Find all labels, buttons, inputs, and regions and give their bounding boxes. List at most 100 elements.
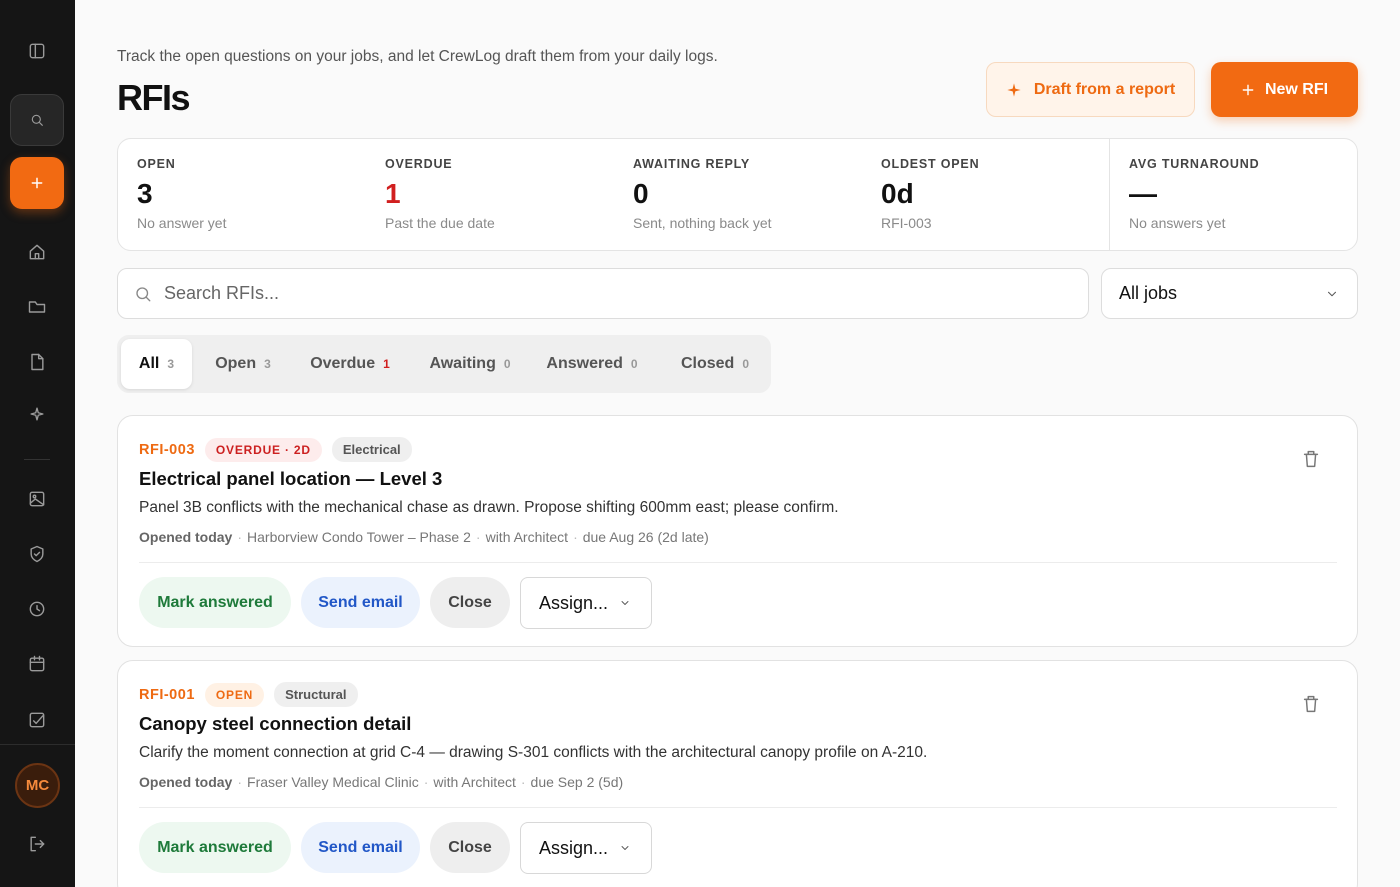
home-icon[interactable] [10, 226, 64, 278]
assign-select[interactable]: Assign... [520, 577, 652, 629]
page-subtitle: Track the open questions on your jobs, a… [117, 48, 718, 65]
logout-icon[interactable] [10, 818, 64, 870]
meta-separator: · [520, 774, 526, 790]
assign-label: Assign... [539, 837, 609, 858]
rfi-title[interactable]: Canopy steel connection detail [139, 713, 411, 735]
rfi-card[interactable]: RFI-003 OVERDUE · 2D Electrical Electric… [117, 415, 1358, 647]
sparkle-icon[interactable] [10, 388, 64, 440]
rfi-actions: Mark answered Send email Close Assign... [139, 822, 652, 874]
stat-oldest-open: OLDEST OPEN 0d RFI-003 [862, 139, 1109, 250]
send-email-button[interactable]: Send email [301, 822, 420, 873]
tab-label: Overdue [310, 355, 376, 372]
jobs-filter-select[interactable]: All jobs [1101, 268, 1358, 319]
tab-count: 0 [742, 357, 750, 371]
stat-awaiting-reply: AWAITING REPLY 0 Sent, nothing back yet [614, 139, 862, 250]
tab-count: 3 [264, 357, 271, 371]
tab-count: 3 [167, 357, 175, 371]
folder-icon[interactable] [10, 281, 64, 333]
mark-answered-button[interactable]: Mark answered [139, 577, 291, 628]
avatar[interactable]: MC [15, 763, 60, 808]
status-badge: OPEN [204, 682, 265, 707]
sparkle-icon [1007, 82, 1021, 97]
image-icon[interactable] [10, 473, 64, 525]
chevron-down-icon [621, 846, 629, 850]
category-badge: Structural [274, 682, 358, 707]
stat-label: AWAITING REPLY [633, 157, 751, 171]
rfi-meta: Opened today · Harborview Condo Tower – Ph… [139, 529, 709, 545]
close-rfi-button[interactable]: Close [430, 577, 510, 628]
mark-answered-button[interactable]: Mark answered [139, 822, 291, 873]
tab-count: 0 [630, 357, 638, 371]
delete-rfi-button[interactable] [1300, 693, 1324, 717]
rfi-job: Harborview Condo Tower – Phase 2 [247, 529, 471, 545]
tab-all[interactable]: All 3 [121, 339, 192, 389]
stat-label: OVERDUE [385, 157, 453, 171]
rfi-due: due Aug 26 (2d late) [582, 529, 709, 545]
rfi-id[interactable]: RFI-001 [139, 687, 195, 703]
tab-count: 0 [503, 357, 511, 371]
tab-count: 1 [383, 357, 390, 371]
stat-value: — [1129, 178, 1157, 209]
meta-separator: · [237, 529, 243, 545]
clock-icon[interactable] [10, 583, 64, 635]
new-rfi-button[interactable]: New RFI [1211, 62, 1358, 117]
document-icon[interactable] [10, 336, 64, 388]
chevron-down-icon [621, 601, 629, 605]
tab-label: Closed [680, 355, 735, 372]
meta-separator: · [573, 529, 578, 545]
meta-separator: · [475, 529, 481, 545]
delete-rfi-button[interactable] [1300, 448, 1324, 472]
rfi-tags: RFI-003 OVERDUE · 2D Electrical [139, 437, 412, 462]
stat-label: OLDEST OPEN [881, 157, 980, 171]
assign-select[interactable]: Assign... [520, 822, 652, 874]
sidebar-divider [24, 459, 50, 460]
stat-value: 3 [137, 178, 153, 209]
tab-open[interactable]: Open 3 [197, 339, 289, 389]
rfi-opened: Opened today [139, 774, 233, 790]
shield-icon[interactable] [10, 528, 64, 580]
rfi-job: Fraser Valley Medical Clinic [247, 774, 419, 790]
stat-label: OPEN [137, 157, 176, 171]
rfi-description: Clarify the moment connection at grid C-… [139, 744, 928, 761]
stat-open: OPEN 3 No answer yet [118, 139, 366, 250]
search-icon [136, 286, 151, 301]
tab-overdue[interactable]: Overdue 1 [295, 339, 405, 389]
sidebar-toggle-icon[interactable] [10, 25, 64, 77]
meta-separator: · [423, 774, 429, 790]
draft-from-report-button[interactable]: Draft from a report [986, 62, 1195, 117]
tab-label: Open [215, 355, 257, 372]
assign-label: Assign... [539, 592, 609, 613]
search-input[interactable] [164, 283, 1064, 304]
stat-note: Sent, nothing back yet [633, 215, 772, 231]
close-rfi-button[interactable]: Close [430, 822, 510, 873]
send-email-button[interactable]: Send email [301, 577, 420, 628]
status-tabs: All 3 Open 3 Overdue 1 Awaiting 0 Answer… [117, 335, 771, 393]
stat-note: No answers yet [1129, 215, 1226, 231]
rfi-title[interactable]: Electrical panel location — Level 3 [139, 468, 442, 490]
trash-icon [1303, 450, 1319, 468]
search-box [117, 268, 1089, 319]
rfi-card[interactable]: RFI-001 OPEN Structural Canopy steel con… [117, 660, 1358, 887]
stat-note: RFI-003 [881, 215, 932, 231]
status-badge: OVERDUE · 2D [204, 437, 322, 462]
new-button-label: New RFI [1264, 80, 1329, 98]
stat-note: No answer yet [137, 215, 227, 231]
tab-label: Answered [546, 355, 623, 372]
meta-separator: · [237, 774, 243, 790]
stat-label: AVG TURNAROUND [1129, 157, 1260, 171]
rfi-with: with Architect [433, 774, 516, 790]
rfi-tags: RFI-001 OPEN Structural [139, 682, 358, 707]
rfi-id[interactable]: RFI-003 [139, 442, 195, 458]
stat-overdue: OVERDUE 1 Past the due date [366, 139, 614, 250]
tab-awaiting[interactable]: Awaiting 0 [415, 339, 525, 389]
calendar-icon[interactable] [10, 638, 64, 690]
quick-add-button[interactable] [10, 157, 64, 209]
tab-label: Awaiting [429, 355, 496, 372]
rfi-meta: Opened today · Fraser Valley Medical Clini… [139, 774, 623, 790]
tab-closed[interactable]: Closed 0 [663, 339, 767, 389]
checklist-icon[interactable] [10, 694, 64, 746]
tab-answered[interactable]: Answered 0 [535, 339, 649, 389]
category-badge: Electrical [331, 437, 412, 462]
search-icon[interactable] [10, 94, 64, 146]
stats-panel: OPEN 3 No answer yet OVERDUE 1 Past the … [117, 138, 1358, 251]
